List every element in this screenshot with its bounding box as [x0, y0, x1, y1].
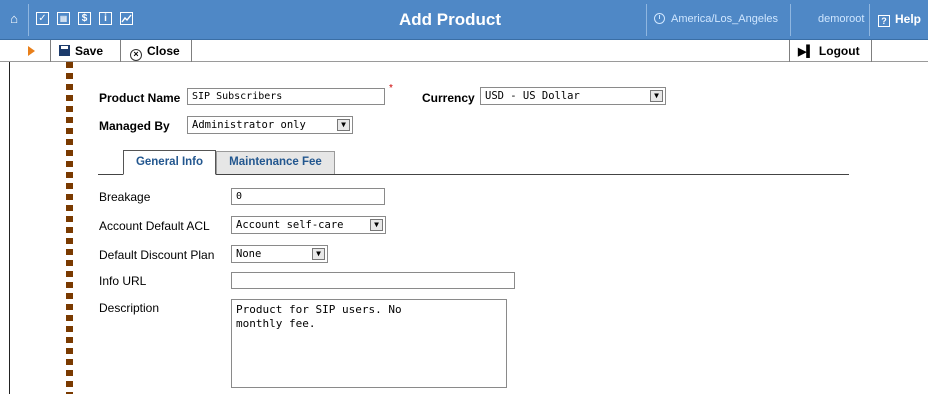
clock-icon: [654, 13, 665, 24]
logout-button[interactable]: ▶▍ Logout: [798, 44, 860, 58]
close-icon: ×: [130, 49, 142, 61]
timezone-link[interactable]: America/Los_Angeles: [654, 13, 778, 25]
help-icon: ?: [878, 15, 890, 27]
tree-icon[interactable]: ▦: [57, 12, 70, 25]
description-label: Description: [99, 301, 160, 315]
managed-by-label: Managed By: [99, 119, 170, 133]
save-button[interactable]: Save: [59, 44, 103, 58]
discount-plan-label: Default Discount Plan: [99, 248, 215, 262]
tab-maintenance-fee[interactable]: Maintenance Fee: [216, 151, 335, 174]
divider: [646, 4, 647, 36]
divider: [28, 4, 29, 36]
divider: [790, 4, 791, 36]
timezone-label: America/Los_Angeles: [671, 13, 779, 25]
discount-plan-select[interactable]: None ▼: [231, 245, 328, 263]
help-label: Help: [895, 12, 922, 26]
chevron-down-icon: ▼: [312, 248, 325, 260]
checkmark-icon[interactable]: ✓: [36, 12, 49, 25]
product-name-input[interactable]: SIP Subscribers: [187, 88, 385, 105]
breakage-label: Breakage: [99, 190, 151, 204]
chevron-down-icon: ▼: [337, 119, 350, 131]
info-icon[interactable]: i: [99, 12, 112, 25]
close-button[interactable]: × Close: [130, 44, 180, 61]
acl-label: Account Default ACL: [99, 219, 210, 233]
chart-icon[interactable]: [120, 12, 133, 25]
expand-arrow-icon[interactable]: [28, 46, 35, 56]
discount-plan-value: None: [236, 248, 262, 260]
dollar-icon[interactable]: $: [78, 12, 91, 25]
page-title: Add Product: [399, 10, 501, 29]
description-textarea[interactable]: Product for SIP users. No monthly fee.: [231, 299, 507, 388]
chevron-down-icon: ▼: [370, 219, 383, 231]
divider: [869, 4, 870, 36]
floppy-icon: [59, 45, 70, 56]
divider: [191, 40, 192, 62]
help-link[interactable]: ? Help: [878, 12, 921, 27]
save-label: Save: [75, 44, 104, 58]
managed-by-select[interactable]: Administrator only ▼: [187, 116, 353, 134]
user-link[interactable]: demoroot: [818, 13, 864, 25]
dotted-rail: [66, 62, 73, 394]
home-icon[interactable]: ⌂: [6, 11, 22, 27]
logout-label: Logout: [818, 44, 860, 58]
acl-value: Account self-care: [236, 219, 344, 231]
tab-general-info[interactable]: General Info: [123, 150, 216, 175]
currency-value: USD - US Dollar: [485, 90, 580, 102]
chevron-down-icon: ▼: [650, 90, 663, 102]
currency-label: Currency: [422, 91, 475, 105]
acl-select[interactable]: Account self-care ▼: [231, 216, 386, 234]
breakage-input[interactable]: 0: [231, 188, 385, 205]
info-url-input[interactable]: [231, 272, 515, 289]
currency-select[interactable]: USD - US Dollar ▼: [480, 87, 666, 105]
divider: [120, 40, 121, 62]
title-bar: ⌂ ✓ ▦ $ i Add Product America/Los_Angele…: [0, 0, 928, 40]
left-border: [9, 62, 10, 394]
divider: [871, 40, 872, 62]
close-label: Close: [147, 44, 180, 58]
required-marker: *: [389, 83, 393, 94]
divider: [789, 40, 790, 62]
product-name-label: Product Name: [99, 91, 181, 105]
divider: [50, 40, 51, 62]
managed-by-value: Administrator only: [192, 119, 306, 131]
logout-icon: ▶▍: [798, 46, 815, 58]
info-url-label: Info URL: [99, 274, 147, 288]
toolbar: Save × Close ▶▍ Logout: [0, 40, 928, 62]
